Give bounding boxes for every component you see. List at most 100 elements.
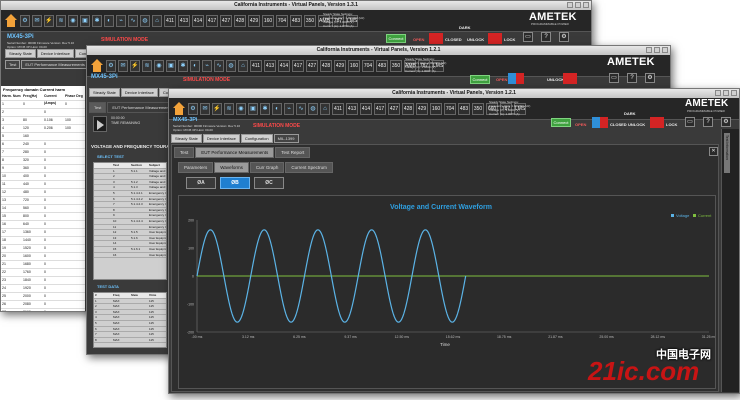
- toolbar-tool-icon[interactable]: ≋: [224, 102, 234, 115]
- toolbar-standard-button[interactable]: 483: [458, 102, 470, 115]
- close-icon[interactable]: [731, 90, 737, 96]
- tab-test-report[interactable]: Test Report: [275, 147, 311, 158]
- toolbar-tool-icon[interactable]: ◉: [68, 14, 78, 27]
- minimize-icon[interactable]: [646, 47, 652, 53]
- toolbar-standard-button[interactable]: 417: [206, 14, 218, 27]
- tab-configuration[interactable]: Configuration: [240, 134, 273, 143]
- table-row[interactable]: 9 360 0: [1, 165, 85, 173]
- maximize-icon[interactable]: [654, 47, 660, 53]
- table-row[interactable]: 1 0 0: [1, 101, 85, 109]
- toolbar-tool-icon[interactable]: ∿: [128, 14, 138, 27]
- table-row[interactable]: 23 1840 0: [1, 277, 85, 285]
- test-information-strip[interactable]: Test Information: [721, 129, 739, 392]
- lock-indicator[interactable]: [650, 117, 664, 128]
- toolbar-tool-icon[interactable]: ✱: [92, 14, 102, 27]
- toolbar-tool-icon[interactable]: ⌂: [238, 59, 248, 72]
- tab-eut-performance[interactable]: EUT Performance Measurements: [107, 102, 177, 113]
- table-row[interactable]: 18 1440 0: [1, 237, 85, 245]
- tab-steady-state[interactable]: Steady State: [171, 134, 202, 143]
- tab-steady-state[interactable]: Steady State: [89, 88, 120, 97]
- output-relay-indicator[interactable]: [429, 33, 443, 44]
- tab-test[interactable]: Test: [5, 60, 21, 69]
- table-row[interactable]: 17 1360 0: [1, 229, 85, 237]
- toolbar-standard-button[interactable]: 417: [374, 102, 386, 115]
- toolbar-tool-icon[interactable]: ✉: [118, 59, 128, 72]
- toolbar-standard-button[interactable]: 411: [250, 59, 262, 72]
- toolbar-tool-icon[interactable]: ◍: [308, 102, 318, 115]
- connect-button[interactable]: Connect: [386, 34, 406, 43]
- toolbar-tool-icon[interactable]: ▣: [166, 59, 176, 72]
- toolbar-tool-icon[interactable]: ⚡: [212, 102, 222, 115]
- tab-steady-state[interactable]: Steady State: [5, 49, 36, 58]
- toolbar-tool-icon[interactable]: ◍: [226, 59, 236, 72]
- toolbar-standard-button[interactable]: 411: [332, 102, 344, 115]
- table-row[interactable]: 22 1760 0: [1, 269, 85, 277]
- tab-test[interactable]: Test: [89, 102, 107, 113]
- toolbar-standard-button[interactable]: 413: [264, 59, 276, 72]
- help-icon[interactable]: ?: [627, 73, 637, 83]
- toolbar-tool-icon[interactable]: ⚡: [130, 59, 140, 72]
- connect-button[interactable]: Connect: [470, 75, 490, 84]
- phase-a-button[interactable]: ØA: [186, 177, 216, 189]
- table-row[interactable]: 25 2000 0: [1, 293, 85, 301]
- toolbar-standard-button[interactable]: 414: [278, 59, 290, 72]
- table-row[interactable]: 15 800 0: [1, 213, 85, 221]
- settings-icon[interactable]: ⚙: [559, 32, 569, 42]
- help-icon[interactable]: ?: [541, 32, 551, 42]
- table-row[interactable]: 5 160: [1, 133, 85, 141]
- tab-mil-1399[interactable]: MIL-1399: [273, 134, 299, 143]
- toolbar-tool-icon[interactable]: ⌁: [116, 14, 126, 27]
- toolbar-standard-button[interactable]: 483: [376, 59, 388, 72]
- home-icon[interactable]: [90, 58, 104, 73]
- toolbar-standard-button[interactable]: 160: [430, 102, 442, 115]
- toolbar-tool-icon[interactable]: ⌁: [202, 59, 212, 72]
- maximize-icon[interactable]: [723, 90, 729, 96]
- grid-row[interactable]: 8 MAX 115: [94, 338, 166, 344]
- toolbar-standard-button[interactable]: 350: [472, 102, 484, 115]
- connect-button[interactable]: Connect: [551, 118, 571, 127]
- phase-b-button[interactable]: ØB: [220, 177, 250, 189]
- toolbar-standard-button[interactable]: 704: [444, 102, 456, 115]
- toolbar-standard-button[interactable]: 414: [360, 102, 372, 115]
- toolbar-standard-button[interactable]: 704: [276, 14, 288, 27]
- table-row[interactable]: 19 1520 0: [1, 245, 85, 253]
- table-row[interactable]: 14 560 0: [1, 205, 85, 213]
- table-row[interactable]: 8 320 0: [1, 157, 85, 165]
- table-row[interactable]: 3 80 0.106 100: [1, 117, 85, 125]
- settings-icon[interactable]: ⚙: [645, 73, 655, 83]
- table-row[interactable]: 20 1600 0: [1, 253, 85, 261]
- toolbar-tool-icon[interactable]: ≋: [56, 14, 66, 27]
- toolbar-tool-icon[interactable]: ✉: [32, 14, 42, 27]
- toolbar-standard-button[interactable]: 160: [262, 14, 274, 27]
- toolbar-standard-button[interactable]: 429: [334, 59, 346, 72]
- settings-icon[interactable]: ⚙: [721, 117, 731, 127]
- table-row[interactable]: 13 720 0: [1, 197, 85, 205]
- toolbar-standard-button[interactable]: 417: [292, 59, 304, 72]
- toolbar-standard-button[interactable]: 160: [348, 59, 360, 72]
- tab-device-interface[interactable]: Device Interface: [120, 88, 158, 97]
- table-row[interactable]: 12 480 0: [1, 189, 85, 197]
- table-row[interactable]: 11 440 0: [1, 181, 85, 189]
- toolbar-tool-icon[interactable]: ◐: [104, 14, 114, 27]
- tab-parameters[interactable]: Parameters: [178, 162, 214, 173]
- toolbar-standard-button[interactable]: 413: [346, 102, 358, 115]
- output-relay-indicator[interactable]: [592, 117, 600, 128]
- lock-indicator[interactable]: [488, 33, 502, 44]
- output-relay-indicator[interactable]: [508, 73, 516, 84]
- toolbar-tool-icon[interactable]: ⚙: [106, 59, 116, 72]
- lock-indicator[interactable]: [563, 73, 577, 84]
- toolbar-tool-icon[interactable]: ✱: [260, 102, 270, 115]
- toolbar-tool-icon[interactable]: ⚙: [188, 102, 198, 115]
- toolbar-tool-icon[interactable]: ◉: [154, 59, 164, 72]
- close-panel-icon[interactable]: ✕: [709, 147, 718, 156]
- table-row[interactable]: 4 120 0.206 100: [1, 125, 85, 133]
- toolbar-tool-icon[interactable]: ▣: [80, 14, 90, 27]
- toolbar-tool-icon[interactable]: ✉: [200, 102, 210, 115]
- toolbar-tool-icon[interactable]: ∿: [296, 102, 306, 115]
- home-icon[interactable]: [4, 13, 18, 28]
- toolbar-standard-button[interactable]: 427: [220, 14, 232, 27]
- toolbar-standard-button[interactable]: 704: [362, 59, 374, 72]
- toolbar-standard-button[interactable]: 414: [192, 14, 204, 27]
- window-icon[interactable]: ▭: [609, 73, 619, 83]
- toolbar-tool-icon[interactable]: ⌂: [320, 102, 330, 115]
